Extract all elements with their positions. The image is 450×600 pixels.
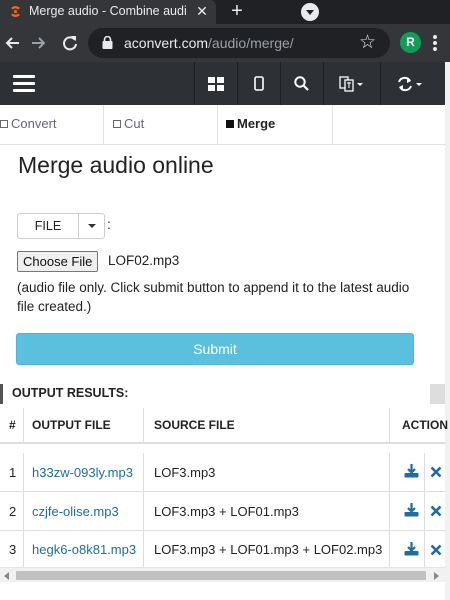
chosen-file-name: LOF02.mp3 — [108, 253, 180, 268]
source-selector: FILE — [17, 213, 105, 239]
tab-merge[interactable]: Merge — [218, 105, 333, 145]
row-number: 3 — [9, 541, 17, 557]
tab-title: Merge audio - Combine audio f — [29, 4, 187, 18]
url-text: aconvert.com/audio/merge/ — [124, 35, 294, 51]
source-file: LOF3.mp3 + LOF01.mp3 + LOF02.mp3 — [154, 541, 383, 557]
output-file-link[interactable]: h33zw-093ly.mp3 — [32, 453, 133, 491]
scroll-left-icon[interactable] — [4, 572, 9, 580]
download-icon[interactable] — [404, 464, 419, 478]
source-file: LOF3.mp3 + LOF01.mp3 — [154, 503, 299, 519]
checkbox-filled-icon — [226, 120, 234, 128]
row-number: 2 — [9, 503, 17, 519]
browser-tab[interactable]: Merge audio - Combine audio f ✕ — [0, 0, 216, 24]
source-file: LOF3.mp3 — [154, 464, 216, 480]
hamburger-icon[interactable] — [13, 75, 35, 92]
download-icon[interactable] — [404, 503, 419, 517]
menu-dots-icon[interactable] — [433, 35, 437, 51]
column-header-action: ACTION — [402, 418, 448, 432]
star-icon[interactable]: ☆ — [359, 31, 376, 55]
submit-button[interactable]: Submit — [16, 333, 414, 365]
tool-tabs: Convert Cut Merge — [0, 105, 445, 145]
download-icon[interactable] — [404, 542, 419, 556]
table-header: # OUTPUT FILE SOURCE FILE ACTION — [0, 408, 448, 444]
scroll-right-icon[interactable] — [434, 572, 439, 580]
language-icon[interactable] — [323, 62, 379, 105]
tab-search-icon[interactable] — [301, 3, 319, 21]
delete-icon[interactable] — [430, 466, 442, 478]
table-row: 3 hegk6-o8k81.mp3 LOF3.mp3 + LOF01.mp3 +… — [0, 531, 445, 567]
column-header-output: OUTPUT FILE — [32, 418, 111, 432]
scrollbar-thumb[interactable] — [16, 571, 426, 580]
table-scrollbar-stub — [430, 384, 445, 404]
browser-toolbar: aconvert.com/audio/merge/ ☆ R — [0, 24, 450, 62]
delete-icon[interactable] — [430, 544, 442, 556]
lock-icon — [102, 36, 113, 49]
table-horizontal-scrollbar[interactable] — [0, 567, 445, 582]
page-title: Merge audio online — [18, 152, 214, 178]
output-results-label: OUTPUT RESULTS: — [12, 386, 129, 400]
search-icon[interactable] — [280, 62, 322, 105]
output-results-header: OUTPUT RESULTS: — [0, 384, 445, 404]
mobile-icon[interactable] — [237, 62, 279, 105]
chevron-down-icon[interactable] — [79, 213, 105, 239]
checkbox-icon — [113, 120, 121, 128]
grid-icon[interactable] — [194, 62, 236, 105]
file-source-button[interactable]: FILE — [17, 213, 79, 239]
plus-icon[interactable]: + — [226, 0, 248, 22]
tab-convert[interactable]: Convert — [0, 105, 104, 145]
site-navbar — [0, 62, 445, 105]
output-file-link[interactable]: czjfe-olise.mp3 — [32, 492, 119, 530]
favicon-icon — [11, 6, 20, 17]
address-bar[interactable]: aconvert.com/audio/merge/ ☆ — [88, 28, 390, 58]
table-row: 2 czjfe-olise.mp3 LOF3.mp3 + LOF01.mp3 — [0, 492, 445, 531]
row-number: 1 — [9, 464, 17, 480]
upload-hint: (audio file only. Click submit button to… — [17, 280, 410, 314]
page-scrollbar[interactable] — [445, 62, 450, 600]
delete-icon[interactable] — [430, 505, 442, 517]
sync-icon[interactable] — [380, 62, 438, 105]
column-header-number: # — [9, 418, 16, 432]
table-row: 1 h33zw-093ly.mp3 LOF3.mp3 — [0, 453, 445, 492]
close-icon[interactable]: ✕ — [193, 2, 211, 20]
checkbox-icon — [0, 120, 8, 128]
browser-tab-strip: Merge audio - Combine audio f ✕ + — [0, 0, 450, 24]
choose-file-button[interactable]: Choose File — [17, 251, 99, 272]
source-colon: : — [107, 216, 111, 232]
tab-cut[interactable]: Cut — [104, 105, 218, 145]
back-icon[interactable] — [1, 31, 23, 55]
output-file-link[interactable]: hegk6-o8k81.mp3 — [32, 531, 136, 567]
forward-icon[interactable] — [28, 31, 50, 55]
column-header-source: SOURCE FILE — [154, 418, 235, 432]
section-marker — [0, 384, 3, 404]
avatar[interactable]: R — [400, 32, 421, 53]
reload-icon[interactable] — [59, 31, 81, 55]
